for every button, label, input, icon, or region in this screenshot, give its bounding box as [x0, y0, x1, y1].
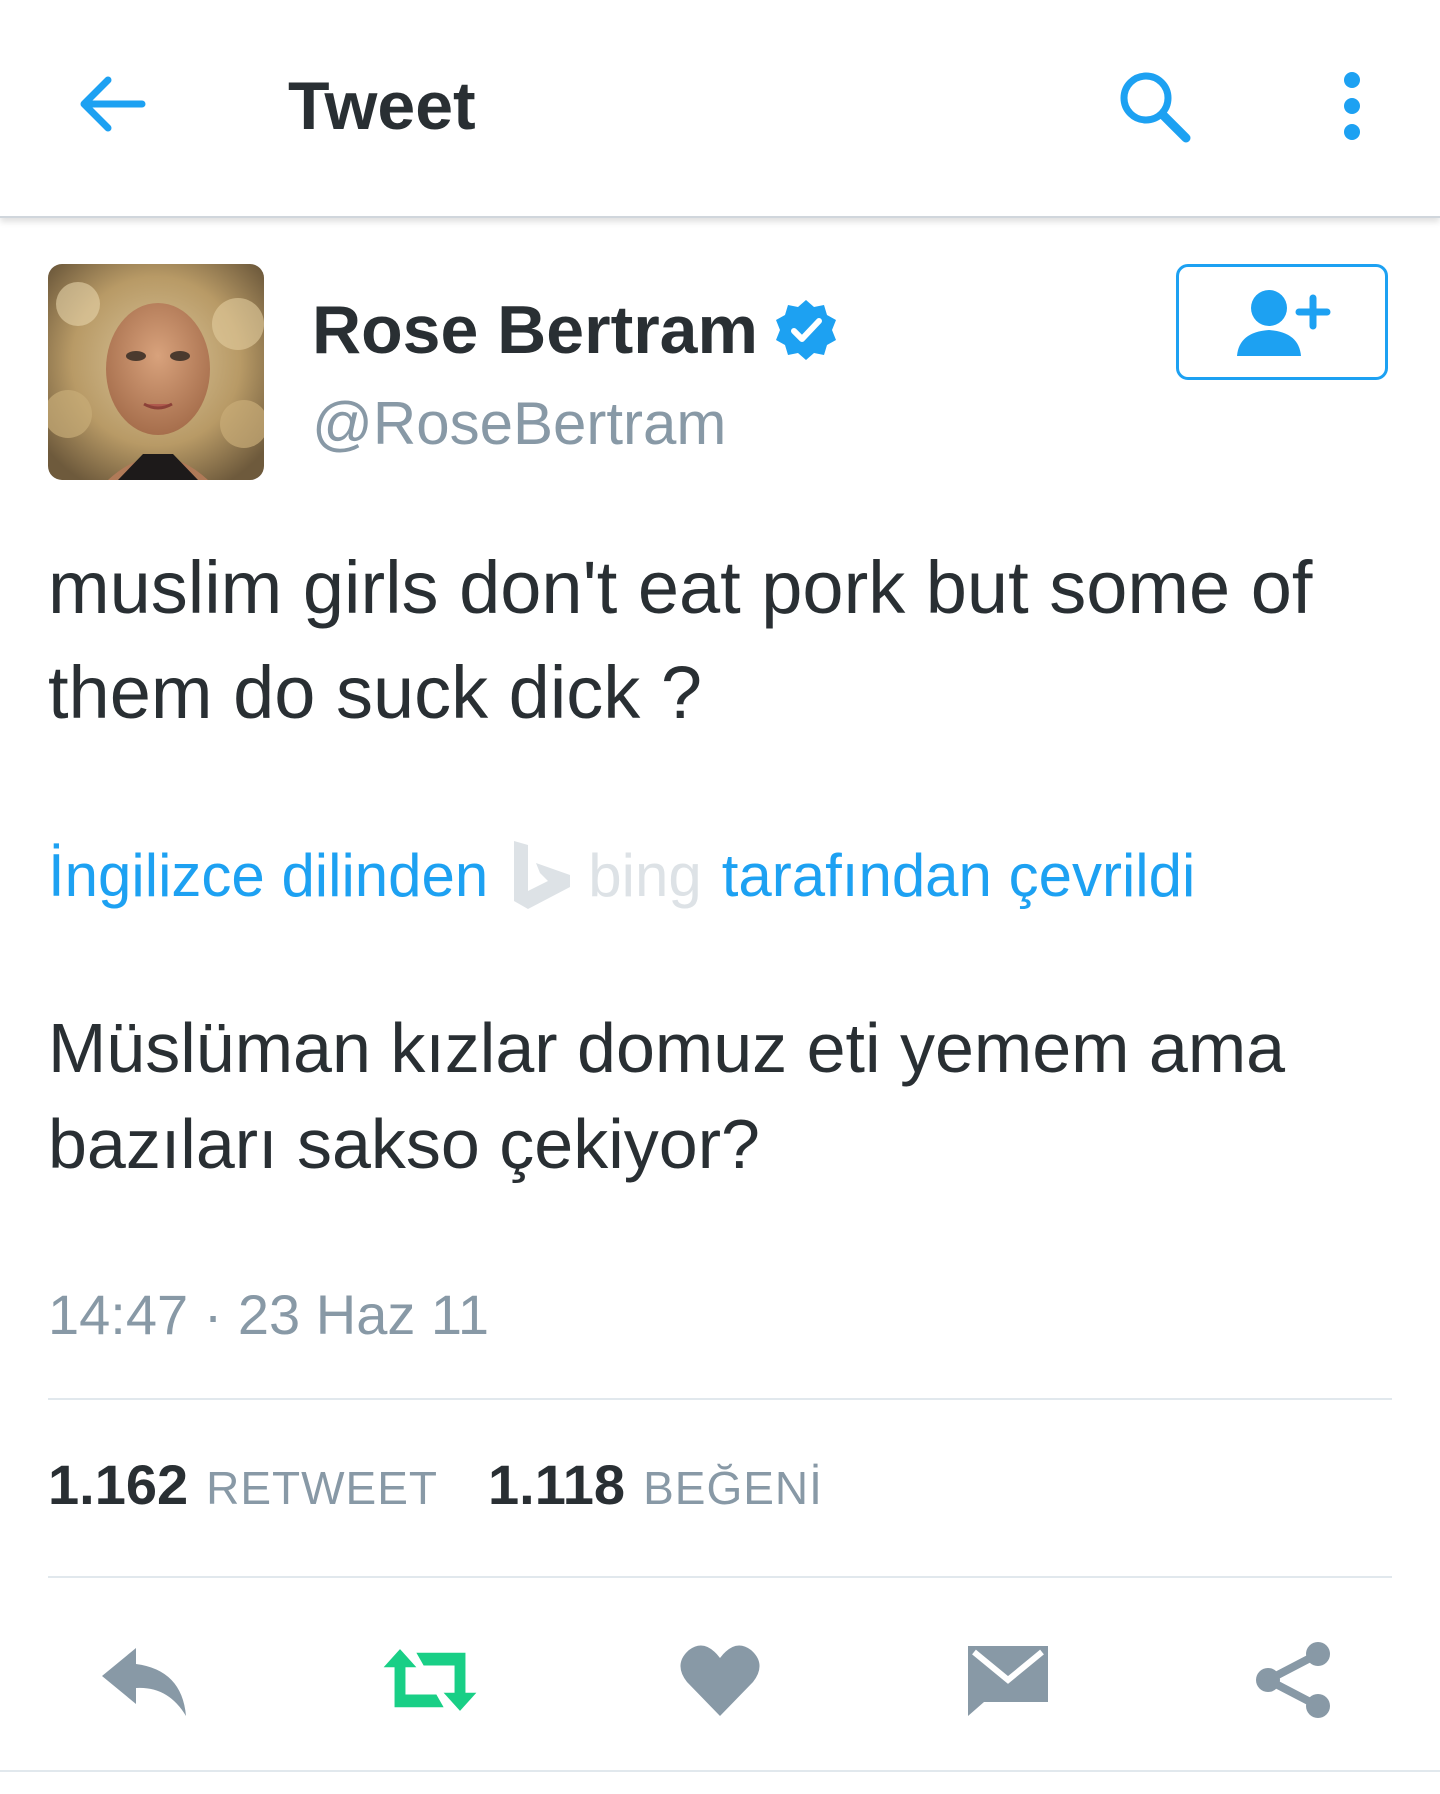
like-count: 1.118	[488, 1453, 626, 1516]
bing-wordmark: bing	[588, 841, 702, 909]
divider	[48, 1398, 1392, 1400]
user-handle[interactable]: @RoseBertram	[312, 384, 726, 464]
page-title: Tweet	[288, 68, 476, 144]
tweet-stats: 1.162 RETWEET 1.118 BEĞENİ	[48, 1452, 823, 1532]
retweet-stat[interactable]: 1.162 RETWEET	[48, 1452, 438, 1517]
translation-prefix: İngilizce dilinden	[48, 841, 489, 909]
author-name-row: Rose Bertram	[312, 288, 838, 372]
like-stat[interactable]: 1.118 BEĞENİ	[488, 1452, 823, 1517]
translation-attribution[interactable]: İngilizce dilinden bing tarafından çevri…	[48, 830, 1195, 920]
search-icon[interactable]	[1112, 64, 1196, 148]
retweet-count: 1.162	[48, 1453, 189, 1516]
add-user-icon	[1227, 282, 1337, 362]
verified-badge-icon	[774, 298, 838, 362]
tweet-timestamp: 14:47 · 23 Haz 11	[48, 1283, 490, 1346]
translated-text: Müslüman kızlar domuz eti yemem ama bazı…	[48, 1009, 1286, 1183]
app-bar: Tweet	[0, 0, 1440, 218]
translation-suffix: tarafından çevrildi	[721, 841, 1196, 909]
reply-icon[interactable]	[94, 1630, 194, 1730]
tweet-text: muslim girls don't eat pork but some of …	[48, 546, 1313, 734]
more-vertical-icon[interactable]	[1330, 64, 1374, 148]
tweet-action-bar	[0, 1620, 1440, 1740]
bing-icon	[508, 837, 576, 913]
bottom-divider	[0, 1770, 1440, 1772]
display-name[interactable]: Rose Bertram	[312, 288, 758, 372]
avatar[interactable]	[48, 264, 264, 480]
retweet-label: RETWEET	[206, 1462, 439, 1514]
bing-logo: bing	[508, 837, 702, 913]
like-label: BEĞENİ	[643, 1462, 823, 1514]
divider	[48, 1576, 1392, 1578]
heart-icon[interactable]	[670, 1630, 770, 1730]
share-icon[interactable]	[1244, 1630, 1344, 1730]
envelope-icon[interactable]	[958, 1630, 1058, 1730]
retweet-icon[interactable]	[380, 1630, 480, 1730]
follow-button[interactable]	[1176, 264, 1388, 380]
back-arrow-icon[interactable]	[70, 62, 154, 146]
